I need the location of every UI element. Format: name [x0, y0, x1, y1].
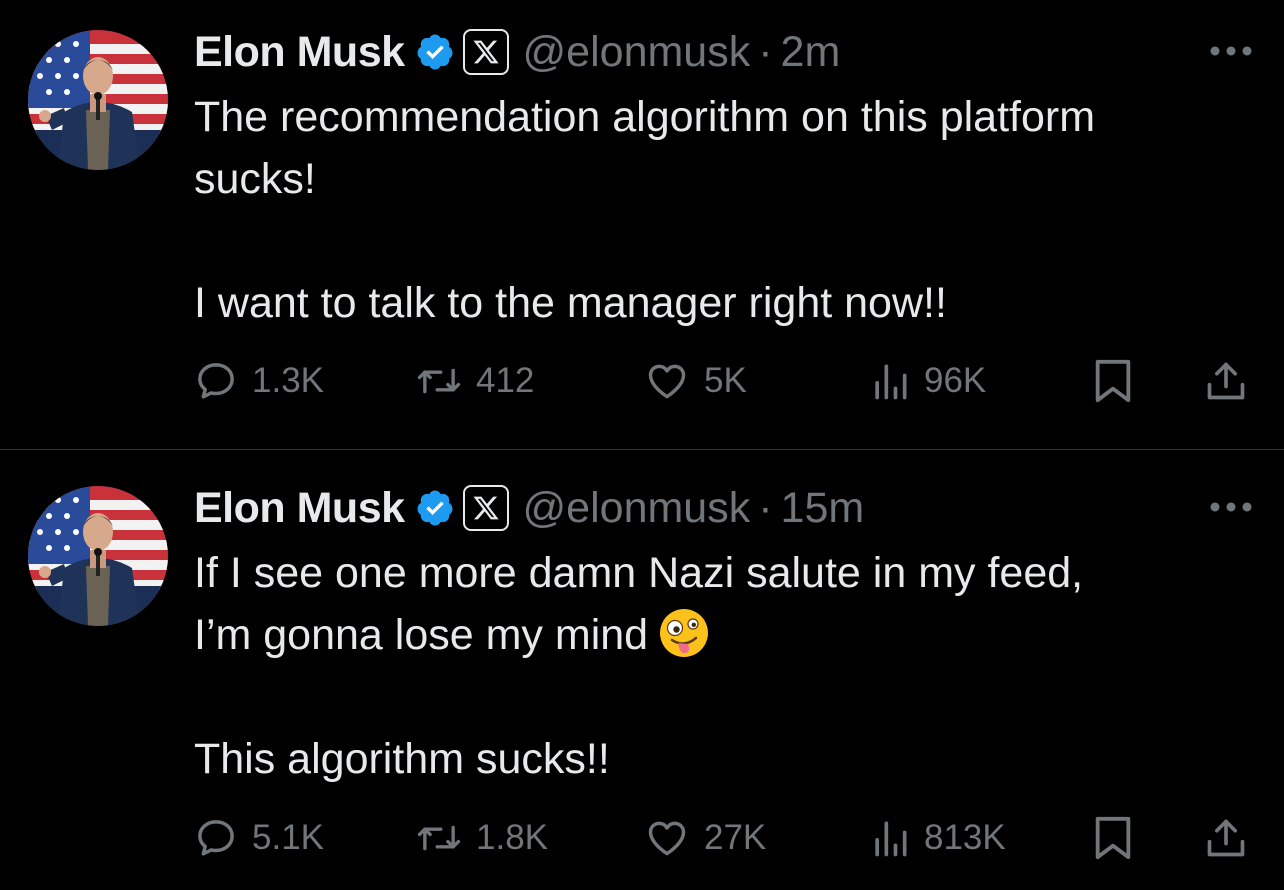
- tweet[interactable]: Elon Musk @elonmusk · 2m The recommendat…: [0, 0, 1284, 449]
- more-options-icon[interactable]: [1208, 44, 1254, 58]
- reply-icon: [198, 363, 234, 399]
- tweet-text-line: sucks!: [194, 155, 316, 203]
- timestamp[interactable]: 15m: [781, 484, 865, 533]
- tweet-feed: Elon Musk @elonmusk · 2m The recommendat…: [0, 0, 1284, 890]
- avatar-image: [28, 30, 168, 170]
- views-chart-icon: [875, 364, 907, 400]
- author-name[interactable]: Elon Musk: [194, 484, 405, 533]
- reply-count: 5.1K: [252, 818, 324, 857]
- author-handle[interactable]: @elonmusk: [523, 484, 751, 533]
- heart-icon: [648, 821, 686, 856]
- repost-button[interactable]: 1.8K: [416, 814, 548, 862]
- verified-badge-icon[interactable]: [415, 32, 455, 72]
- views-count: 96K: [924, 361, 987, 400]
- views-button[interactable]: 813K: [870, 814, 1006, 862]
- tweet-text: The recommendation algorithm on this pla…: [194, 86, 1254, 334]
- x-affiliate-badge[interactable]: [462, 485, 509, 531]
- tweet-header: Elon Musk @elonmusk · 15m: [194, 482, 864, 534]
- tweet-text-line-with-emoji: I’m gonna lose my mind: [194, 604, 1254, 666]
- separator-dot: ·: [758, 483, 773, 532]
- repost-count: 1.8K: [476, 818, 548, 857]
- reply-button[interactable]: 5.1K: [194, 814, 324, 862]
- zany-face-emoji: [660, 609, 709, 657]
- like-button[interactable]: 5K: [644, 357, 747, 405]
- bookmark-icon: [1095, 359, 1131, 403]
- share-icon: [1207, 362, 1245, 400]
- tweet-text-line: The recommendation algorithm on this pla…: [194, 93, 1096, 141]
- tweet-text-line: If I see one more damn Nazi salute in my…: [194, 549, 1084, 597]
- share-button[interactable]: [1204, 357, 1248, 405]
- bookmark-button[interactable]: [1092, 357, 1134, 405]
- x-affiliate-badge[interactable]: [462, 29, 509, 75]
- like-count: 5K: [704, 361, 747, 400]
- avatar-image: [28, 486, 168, 626]
- views-chart-icon: [875, 821, 907, 857]
- reply-count: 1.3K: [252, 361, 324, 400]
- action-bar: 5.1K 1.8K 27K 813K: [194, 814, 1254, 862]
- tweet-text-line: This algorithm sucks!!: [194, 735, 610, 783]
- author-handle[interactable]: @elonmusk: [523, 28, 751, 77]
- timestamp[interactable]: 2m: [781, 28, 841, 77]
- verified-badge-icon[interactable]: [415, 488, 455, 528]
- heart-icon: [648, 364, 686, 399]
- reply-button[interactable]: 1.3K: [194, 357, 324, 405]
- more-options-icon[interactable]: [1208, 500, 1254, 514]
- repost-button[interactable]: 412: [416, 357, 534, 405]
- reply-icon: [198, 820, 234, 856]
- tweet-text: If I see one more damn Nazi salute in my…: [194, 542, 1254, 790]
- bookmark-icon: [1095, 816, 1131, 860]
- avatar[interactable]: [28, 486, 168, 626]
- tweet[interactable]: Elon Musk @elonmusk · 15m If I see one m…: [0, 450, 1284, 890]
- tweet-text-line: I want to talk to the manager right now!…: [194, 279, 947, 327]
- author-name[interactable]: Elon Musk: [194, 28, 405, 77]
- x-logo-icon: [472, 40, 499, 64]
- like-count: 27K: [704, 818, 767, 857]
- repost-icon: [417, 825, 461, 851]
- views-button[interactable]: 96K: [870, 357, 986, 405]
- action-bar: 1.3K 412 5K 96K: [194, 357, 1254, 405]
- avatar[interactable]: [28, 30, 168, 170]
- separator-dot: ·: [758, 27, 773, 76]
- share-icon: [1207, 819, 1245, 857]
- bookmark-button[interactable]: [1092, 814, 1134, 862]
- views-count: 813K: [924, 818, 1006, 857]
- repost-icon: [417, 368, 461, 394]
- repost-count: 412: [476, 361, 535, 400]
- share-button[interactable]: [1204, 814, 1248, 862]
- tweet-text-line: I’m gonna lose my mind: [194, 611, 649, 659]
- x-logo-icon: [472, 496, 499, 520]
- tweet-header: Elon Musk @elonmusk · 2m: [194, 26, 840, 78]
- like-button[interactable]: 27K: [644, 814, 766, 862]
